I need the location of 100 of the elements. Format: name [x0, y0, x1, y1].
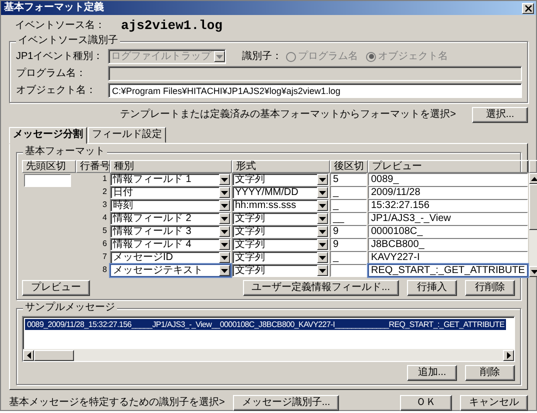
- close-button[interactable]: [522, 2, 534, 14]
- delimiter-field[interactable]: 5: [330, 173, 367, 186]
- scrollbar[interactable]: [23, 349, 514, 361]
- tab[interactable]: メッセージ分割: [9, 127, 87, 144]
- first-delimiter-field[interactable]: [24, 174, 71, 187]
- group-title: サンプルメッセージ: [23, 302, 117, 314]
- user-field-button[interactable]: ユーザー定義情報フィールド...: [242, 280, 399, 296]
- identifier-hint: 基本メッセージを特定するための識別子を選択>: [9, 397, 225, 409]
- message-item[interactable]: 0089_2009/11/28_15:32:27.156_____JP1/AJS3_-_View__0000108C_J8BCB800_KAVY227-I_____________REQ_START_:_GET_ATTRIBUTE: [25, 319, 506, 330]
- type-dropdown[interactable]: メッセージテキスト: [110, 264, 231, 277]
- caret-icon: [221, 216, 228, 220]
- row-number: 4: [102, 213, 108, 222]
- caret-icon: [319, 178, 326, 182]
- select-button[interactable]: 選択...: [472, 107, 528, 123]
- object-name-field[interactable]: C:¥Program Files¥HITACHI¥JP1AJS2¥log¥ajs2view1.log: [108, 83, 522, 98]
- column-header: 種別: [110, 160, 232, 173]
- preview-field[interactable]: JP1/AJS3_-_View: [368, 212, 528, 225]
- event-source-value: ajs2view1.log: [121, 20, 222, 32]
- format-dropdown[interactable]: 文字列: [232, 251, 329, 264]
- caret-icon: [319, 190, 326, 194]
- row-number: 8: [102, 265, 108, 274]
- caret-icon: [319, 230, 326, 234]
- delimiter-field[interactable]: _: [330, 186, 367, 199]
- insert-row-button[interactable]: 行挿入: [407, 280, 457, 296]
- type-dropdown[interactable]: 情報フィールド 1: [110, 173, 231, 186]
- delimiter-field[interactable]: _: [330, 199, 367, 212]
- caret-icon: [221, 256, 228, 260]
- caret-icon: [221, 242, 228, 246]
- delimiter-field[interactable]: 9: [330, 238, 367, 251]
- group-title: イベントソース識別子: [16, 35, 120, 47]
- caret-icon: [221, 178, 228, 182]
- close-icon: [524, 4, 532, 12]
- scroll-left-icon: [26, 352, 30, 358]
- format-dropdown[interactable]: YYYY/MM/DD: [232, 186, 329, 199]
- type-dropdown[interactable]: 時刻: [110, 199, 231, 212]
- scrollbar[interactable]: [528, 173, 537, 277]
- message-identifier-button[interactable]: メッセージ識別子...: [232, 395, 340, 411]
- format-dropdown[interactable]: 文字列: [232, 264, 329, 277]
- format-dropdown[interactable]: 文字列: [232, 212, 329, 225]
- caret-icon: [319, 204, 326, 208]
- column-header: プレビュー: [368, 160, 529, 173]
- preview-button[interactable]: プレビュー: [22, 280, 90, 296]
- field-label: JP1イベント種別：: [16, 50, 104, 62]
- caret-icon: [319, 268, 326, 272]
- row-number: 7: [102, 252, 108, 261]
- row-number: 1: [102, 174, 108, 183]
- preview-field[interactable]: 0089_: [368, 173, 528, 186]
- type-dropdown[interactable]: メッセージID: [110, 251, 231, 264]
- preview-field[interactable]: 15:32:27.156: [368, 199, 528, 212]
- caret-icon: [221, 230, 228, 234]
- caret-icon: [221, 204, 228, 208]
- delete-row-button[interactable]: 行削除: [465, 280, 515, 296]
- preview-field[interactable]: 2009/11/28: [368, 186, 528, 199]
- preview-field[interactable]: J8BCB800_: [368, 238, 528, 251]
- delimiter-field[interactable]: __: [330, 212, 367, 225]
- column-header: 後区切: [330, 160, 368, 173]
- delimiter-field[interactable]: 9: [330, 225, 367, 238]
- row-number: 3: [102, 200, 108, 209]
- format-dropdown[interactable]: 文字列: [232, 225, 329, 238]
- group-title: 基本フォーマット: [23, 146, 107, 158]
- message-button[interactable]: 追加...: [407, 365, 457, 381]
- window-title: 基本フォーマット定義: [4, 2, 104, 14]
- type-dropdown[interactable]: 日付: [110, 186, 231, 199]
- format-dropdown[interactable]: hh:mm:ss.sss: [232, 199, 329, 212]
- scroll-down-icon: [530, 270, 537, 274]
- scroll-thumb[interactable]: [34, 350, 74, 360]
- delimiter-field[interactable]: [330, 264, 367, 277]
- field-label: 識別子：: [242, 50, 282, 62]
- template-hint: テンプレートまたは定義済みの基本フォーマットからフォーマットを選択>: [120, 109, 456, 121]
- scroll-right-icon: [506, 352, 510, 358]
- delimiter-field[interactable]: _: [330, 251, 367, 264]
- caret-icon: [319, 242, 326, 246]
- scroll-up-icon: [530, 176, 537, 180]
- tab[interactable]: フィールド設定: [88, 127, 166, 143]
- event-source-label: イベントソース名：: [15, 20, 105, 32]
- row-number: 5: [102, 226, 108, 235]
- caret-icon: [221, 190, 228, 194]
- preview-field[interactable]: REQ_START_:_GET_ATTRIBUTE: [368, 264, 528, 277]
- caret-icon: [216, 54, 223, 58]
- format-dropdown[interactable]: 文字列: [232, 173, 329, 186]
- column-header: 行番号: [76, 160, 110, 173]
- type-dropdown[interactable]: 情報フィールド 4: [110, 238, 231, 251]
- row-number: 6: [102, 239, 108, 248]
- preview-field[interactable]: 0000108C_: [368, 225, 528, 238]
- cancel-button[interactable]: キャンセル: [460, 395, 528, 411]
- message-button[interactable]: 削除: [465, 365, 515, 381]
- type-dropdown[interactable]: 情報フィールド 3: [110, 225, 231, 238]
- caret-icon: [319, 216, 326, 220]
- column-header: 形式: [232, 160, 330, 173]
- row-number: 2: [102, 187, 108, 196]
- ok-button[interactable]: ＯＫ: [400, 395, 452, 411]
- scroll-thumb[interactable]: [528, 184, 537, 230]
- field-label: プログラム名：: [16, 68, 87, 80]
- field-label: オブジェクト名：: [16, 84, 97, 96]
- type-dropdown[interactable]: 情報フィールド 2: [110, 212, 231, 225]
- caret-icon: [221, 268, 228, 272]
- preview-field[interactable]: KAVY227-I: [368, 251, 528, 264]
- column-header: 先頭区切: [22, 160, 76, 173]
- caret-icon: [319, 256, 326, 260]
- format-dropdown[interactable]: 文字列: [232, 238, 329, 251]
